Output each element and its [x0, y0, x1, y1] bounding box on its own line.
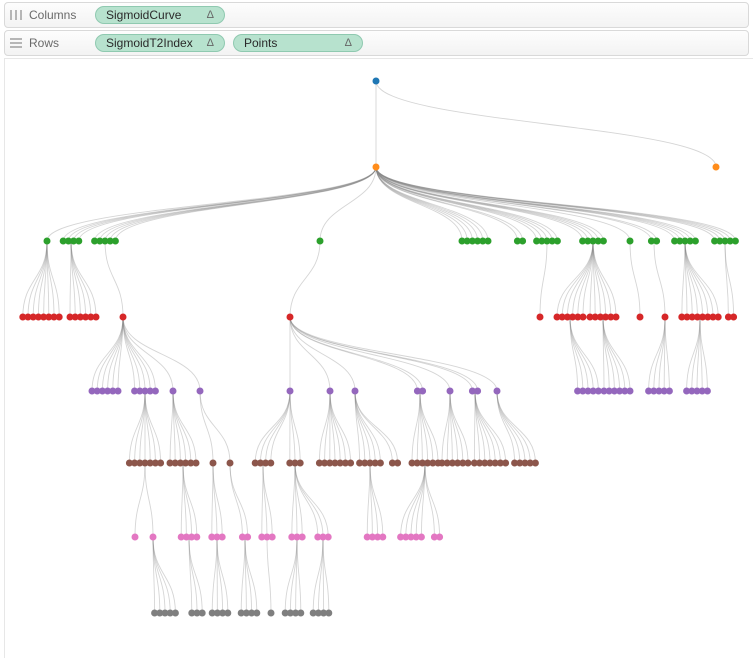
columns-shelf[interactable]: Columns SigmoidCurve Δ: [4, 2, 749, 28]
pill-delta-icon: Δ: [207, 37, 214, 49]
rows-icon: [9, 37, 23, 49]
pill-delta-icon: Δ: [345, 37, 352, 49]
pill-points[interactable]: Points Δ: [233, 34, 363, 52]
pill-label: SigmoidT2Index: [106, 36, 199, 50]
columns-shelf-label: Columns: [9, 8, 95, 22]
rows-shelf[interactable]: Rows SigmoidT2Index Δ Points Δ: [4, 30, 749, 56]
rows-label-text: Rows: [29, 36, 59, 50]
rows-shelf-label: Rows: [9, 36, 95, 50]
viz-canvas[interactable]: [4, 58, 753, 658]
columns-label-text: Columns: [29, 8, 76, 22]
tree-diagram: [5, 59, 753, 659]
pill-label: SigmoidCurve: [106, 8, 199, 22]
columns-icon: [9, 9, 23, 21]
pill-sigmoidt2index[interactable]: SigmoidT2Index Δ: [95, 34, 225, 52]
pill-sigmoidcurve[interactable]: SigmoidCurve Δ: [95, 6, 225, 24]
pill-label: Points: [244, 36, 337, 50]
pill-delta-icon: Δ: [207, 9, 214, 21]
